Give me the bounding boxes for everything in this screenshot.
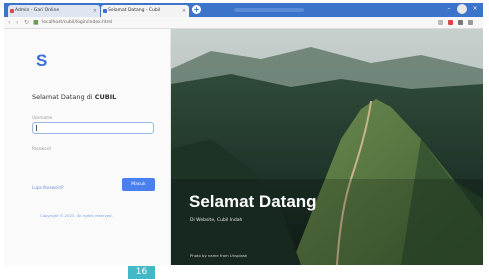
reload-icon[interactable]: ↻	[24, 18, 29, 27]
lock-icon: ■	[33, 19, 39, 26]
welcome-heading: Selamat Datang di CUBIL	[32, 93, 117, 101]
hero-title: Selamat Datang	[189, 192, 317, 211]
login-panel: S Selamat Datang di CUBIL Username Passw…	[4, 29, 171, 265]
profile-avatar[interactable]	[457, 4, 467, 14]
tab-label: Admin - Gari Online	[15, 8, 60, 13]
address-bar: ‹ › ↻ ■ localhost/cubil/login/index.html	[4, 17, 483, 29]
password-label: Password	[32, 146, 51, 151]
back-icon[interactable]: ‹	[8, 18, 10, 27]
hero-subtitle: Di Website, Cubil Indah	[190, 218, 243, 223]
hero-landscape-image	[171, 29, 483, 265]
username-label: Username	[32, 115, 53, 120]
app-logo: S	[36, 51, 48, 70]
password-input[interactable]	[32, 153, 154, 165]
forward-icon[interactable]: ›	[16, 18, 18, 27]
login-button[interactable]: Masuk	[122, 178, 155, 191]
browser-window: Admin - Gari Online × Selamat Datang - C…	[4, 3, 483, 265]
url-field[interactable]: localhost/cubil/login/index.html	[42, 19, 402, 26]
window-controls: – ×	[445, 4, 479, 14]
tab-selamat-datang[interactable]: Selamat Datang - Cubil ×	[101, 5, 189, 17]
tab-favicon-icon	[103, 9, 107, 13]
footer-text: Copyright © 2023. All rights reserved.	[40, 213, 113, 218]
tab-label: Selamat Datang - Cubil	[108, 8, 161, 13]
extension-icon[interactable]	[448, 20, 453, 25]
close-icon[interactable]: ×	[182, 5, 186, 17]
tab-bar: Admin - Gari Online × Selamat Datang - C…	[4, 3, 483, 17]
star-icon[interactable]	[438, 20, 443, 25]
close-icon[interactable]: ×	[93, 5, 97, 17]
username-input[interactable]	[32, 122, 154, 134]
page-content: S Selamat Datang di CUBIL Username Passw…	[4, 29, 483, 265]
close-window-icon[interactable]: ×	[471, 5, 479, 13]
menu-icon[interactable]	[468, 20, 473, 25]
hero-panel: Selamat Datang Di Website, Cubil Indah P…	[171, 29, 483, 265]
forgot-password-link[interactable]: Lupa Password?	[32, 185, 64, 190]
extension-icon[interactable]	[458, 20, 463, 25]
minimize-icon[interactable]: –	[445, 5, 453, 13]
text-caret	[36, 124, 37, 131]
tab-admin[interactable]: Admin - Gari Online ×	[8, 5, 100, 17]
photo-credit: Photo by name from Unsplash	[190, 253, 248, 258]
plus-icon[interactable]: +	[192, 5, 201, 14]
page-number-badge: 16	[128, 266, 155, 279]
tab-favicon-icon	[10, 9, 14, 13]
tab-search[interactable]	[234, 8, 304, 12]
